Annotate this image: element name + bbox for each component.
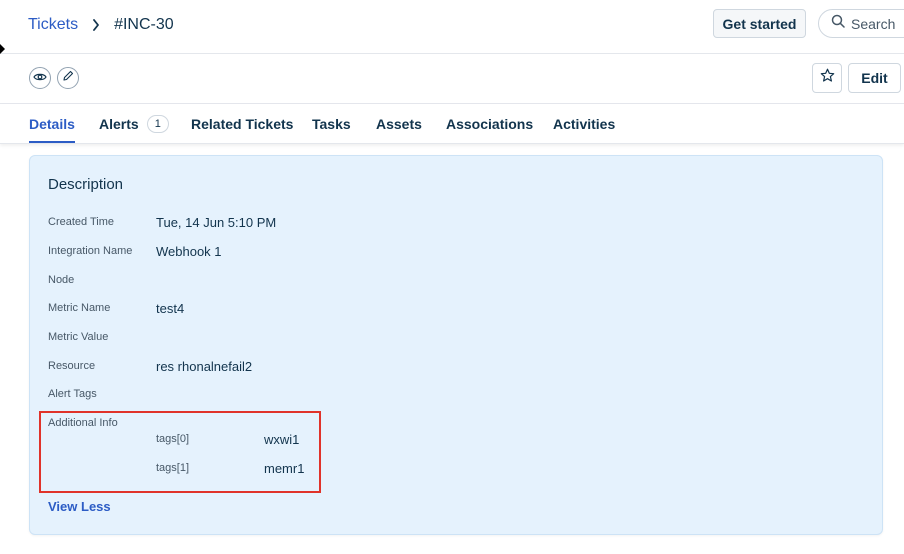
tab-associations[interactable]: Associations xyxy=(446,104,533,144)
tab-details[interactable]: Details xyxy=(29,104,75,144)
search-icon xyxy=(831,14,845,33)
star-icon xyxy=(820,68,835,88)
resource-value: res rhonalnefail2 xyxy=(156,359,253,374)
tab-label: Related Tickets xyxy=(191,116,294,132)
created-time-value: Tue, 14 Jun 5:10 PM xyxy=(156,215,277,230)
breadcrumb: Tickets #INC-30 xyxy=(28,14,174,36)
view-less-link[interactable]: View Less xyxy=(48,499,111,514)
get-started-button[interactable]: Get started xyxy=(713,9,806,38)
favorite-button[interactable] xyxy=(812,63,842,93)
metric-name-label: Metric Name xyxy=(48,302,111,314)
tab-label: Assets xyxy=(376,116,422,132)
metric-value-label: Metric Value xyxy=(48,331,109,343)
chevron-right-icon xyxy=(78,15,114,35)
alert-tags-label: Alert Tags xyxy=(48,388,97,400)
ticket-id: #INC-30 xyxy=(114,16,174,33)
tab-related-tickets[interactable]: Related Tickets xyxy=(191,104,293,144)
created-time-label: Created Time xyxy=(48,216,115,228)
additional-info-label: Additional Info xyxy=(48,417,118,429)
node-label: Node xyxy=(48,274,75,286)
tag-value: memr1 xyxy=(264,461,305,476)
quick-edit-button[interactable] xyxy=(57,67,79,89)
tab-label: Tasks xyxy=(312,116,351,132)
breadcrumb-tickets-link[interactable]: Tickets xyxy=(28,16,78,34)
tab-assets[interactable]: Assets xyxy=(376,104,422,144)
description-card: Description Created Time Tue, 14 Jun 5:1… xyxy=(29,155,883,535)
edit-button[interactable]: Edit xyxy=(848,63,901,93)
integration-name-label: Integration Name xyxy=(48,245,133,257)
alerts-count-badge: 1 xyxy=(146,115,169,133)
watch-button[interactable] xyxy=(29,67,51,89)
integration-name-value: Webhook 1 xyxy=(156,244,222,259)
active-tab-indicator xyxy=(29,141,75,143)
tab-label: Details xyxy=(29,116,75,132)
metric-name-value: test4 xyxy=(156,301,185,316)
tab-alerts[interactable]: Alerts 1 xyxy=(99,104,169,144)
pencil-icon xyxy=(62,69,74,87)
tab-label: Activities xyxy=(553,116,616,132)
tag-value: wxwi1 xyxy=(264,432,300,447)
eye-icon xyxy=(33,69,47,87)
tab-activities[interactable]: Activities xyxy=(553,104,615,144)
tab-tasks[interactable]: Tasks xyxy=(312,104,351,144)
page-header: Tickets #INC-30 Get started Search xyxy=(0,0,904,54)
description-title: Description xyxy=(48,176,124,193)
tag-key: tags[1] xyxy=(156,462,190,474)
mouse-cursor xyxy=(0,44,5,54)
search-label: Search xyxy=(851,15,896,32)
ticket-tabs: Details Alerts 1 Related Tickets Tasks A… xyxy=(0,104,904,144)
tag-key: tags[0] xyxy=(156,433,190,445)
tab-label: Alerts xyxy=(99,116,139,132)
ticket-toolbar: Edit xyxy=(0,54,904,104)
search-input[interactable]: Search xyxy=(818,9,904,38)
resource-label: Resource xyxy=(48,360,96,372)
tab-label: Associations xyxy=(446,116,534,132)
